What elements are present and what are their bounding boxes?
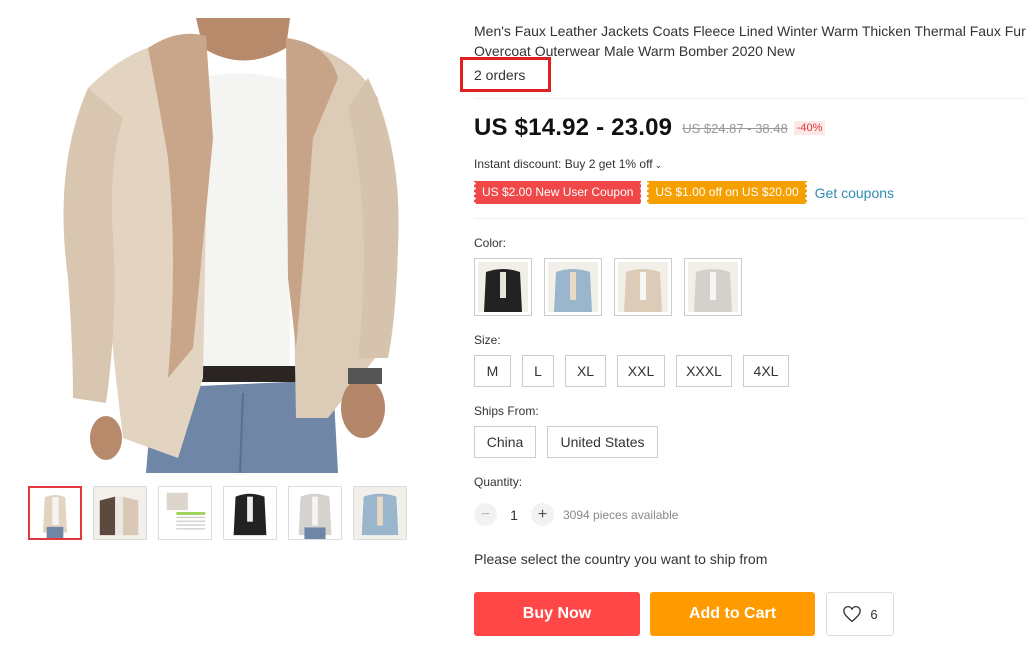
thumbnail-1[interactable] <box>28 486 82 540</box>
size-options: M L XL XXL XXXL 4XL <box>474 355 789 387</box>
size-label: Size: <box>474 333 501 347</box>
size-option-4xl[interactable]: 4XL <box>743 355 789 387</box>
product-title: Men's Faux Leather Jackets Coats Fleece … <box>474 23 1026 59</box>
original-price: US $24.87 - 38.48 <box>682 120 788 136</box>
thumbnail-strip <box>28 486 407 540</box>
threshold-coupon[interactable]: US $1.00 off on US $20.00 <box>645 181 809 204</box>
buy-now-button[interactable]: Buy Now <box>474 592 640 636</box>
color-swatch-grey[interactable] <box>684 258 742 316</box>
jacket-photo <box>28 18 433 473</box>
coupon-row: US $2.00 New User Coupon US $1.00 off on… <box>472 181 894 204</box>
ship-option-united-states[interactable]: United States <box>547 426 658 458</box>
chevron-down-icon: ⌄ <box>654 160 663 170</box>
wishlist-count: 6 <box>870 606 878 622</box>
discount-badge: -40% <box>793 121 826 135</box>
size-option-xxl[interactable]: XXL <box>617 355 665 387</box>
increase-quantity-button[interactable]: + <box>531 503 554 526</box>
wishlist-button[interactable]: 6 <box>826 592 894 636</box>
size-option-xxxl[interactable]: XXXL <box>676 355 732 387</box>
size-option-l[interactable]: L <box>522 355 554 387</box>
color-swatch-beige[interactable] <box>614 258 672 316</box>
size-option-m[interactable]: M <box>474 355 511 387</box>
decrease-quantity-button[interactable]: − <box>474 503 497 526</box>
divider <box>474 218 1026 219</box>
get-coupons-link[interactable]: Get coupons <box>815 185 894 201</box>
pieces-available: 3094 pieces available <box>563 507 679 522</box>
color-label: Color: <box>474 236 507 250</box>
instant-discount[interactable]: Instant discount: Buy 2 get 1% off ⌄ <box>474 157 662 171</box>
main-product-image[interactable] <box>28 18 433 473</box>
color-swatches <box>474 258 742 316</box>
color-swatch-denim[interactable] <box>544 258 602 316</box>
color-swatch-black[interactable] <box>474 258 532 316</box>
ships-from-label: Ships From: <box>474 404 539 418</box>
ships-from-options: China United States <box>474 426 658 458</box>
ship-country-notice: Please select the country you want to sh… <box>474 551 768 567</box>
new-user-coupon[interactable]: US $2.00 New User Coupon <box>472 181 644 204</box>
thumbnail-2[interactable] <box>93 486 147 540</box>
size-option-xl[interactable]: XL <box>565 355 606 387</box>
thumbnail-5[interactable] <box>288 486 342 540</box>
divider <box>474 98 1026 99</box>
action-buttons: Buy Now Add to Cart 6 <box>474 592 894 636</box>
thumbnail-6[interactable] <box>353 486 407 540</box>
orders-count: 2 orders <box>474 67 526 83</box>
instant-discount-text: Instant discount: Buy 2 get 1% off <box>474 157 653 171</box>
quantity-value[interactable]: 1 <box>497 507 531 523</box>
thumbnail-4[interactable] <box>223 486 277 540</box>
ship-option-china[interactable]: China <box>474 426 536 458</box>
quantity-label: Quantity: <box>474 475 523 489</box>
add-to-cart-button[interactable]: Add to Cart <box>650 592 815 636</box>
quantity-stepper: − 1 + 3094 pieces available <box>474 503 678 526</box>
thumbnail-3[interactable] <box>158 486 212 540</box>
heart-icon <box>843 605 862 623</box>
current-price: US $14.92 - 23.09 <box>474 114 673 141</box>
price-row: US $14.92 - 23.09 US $24.87 - 38.48 -40% <box>474 114 826 142</box>
